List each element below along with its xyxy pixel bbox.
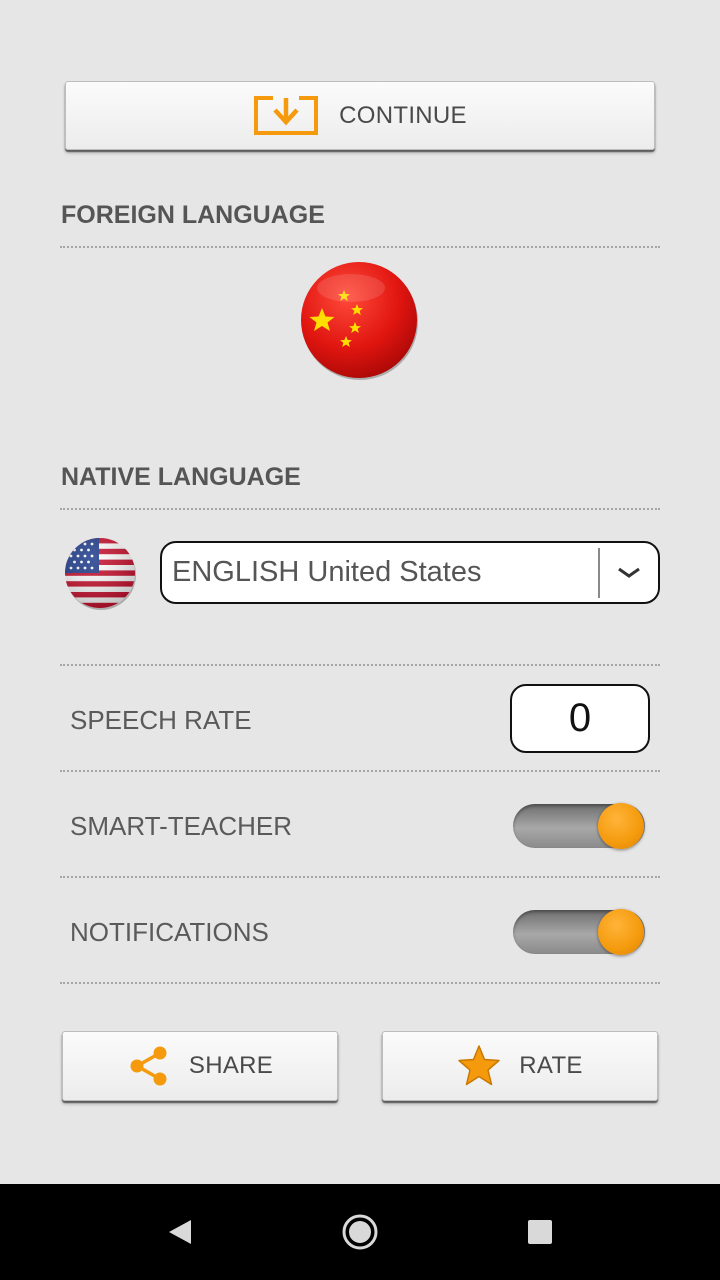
star-icon <box>458 1045 501 1086</box>
speech-rate-input[interactable]: 0 <box>510 684 650 753</box>
rate-button[interactable]: RATE <box>382 1031 658 1101</box>
share-label: SHARE <box>188 1052 274 1079</box>
continue-label: CONTINUE <box>339 101 467 129</box>
back-icon[interactable] <box>155 1208 205 1256</box>
native-language-select[interactable]: ENGLISH United States <box>160 541 660 604</box>
divider <box>60 982 660 984</box>
divider <box>60 508 660 510</box>
smart-teacher-label: SMART-TEACHER <box>70 811 292 841</box>
divider <box>60 876 660 878</box>
continue-button[interactable]: CONTINUE <box>65 81 655 150</box>
download-icon <box>254 95 319 135</box>
native-language-title: NATIVE LANGUAGE <box>61 463 301 491</box>
settings-screen: CONTINUE FOREIGN LANGUAGE NATIVE LANGUAG… <box>0 0 720 1280</box>
divider <box>60 246 660 248</box>
speech-rate-label: SPEECH RATE <box>70 705 252 735</box>
recents-icon[interactable] <box>515 1208 565 1256</box>
native-language-value: ENGLISH United States <box>172 556 482 588</box>
foreign-language-title: FOREIGN LANGUAGE <box>61 201 325 229</box>
chevron-down-icon[interactable] <box>600 566 658 580</box>
share-button[interactable]: SHARE <box>62 1031 338 1101</box>
home-icon[interactable] <box>335 1208 385 1256</box>
china-flag-icon[interactable] <box>299 260 423 384</box>
share-icon <box>130 1046 167 1086</box>
notifications-toggle[interactable] <box>511 906 647 958</box>
divider <box>60 770 660 772</box>
rate-label: RATE <box>519 1052 583 1079</box>
smart-teacher-toggle[interactable] <box>511 800 647 852</box>
usa-flag-icon <box>65 538 136 610</box>
toggle-knob <box>598 803 644 849</box>
notifications-label: NOTIFICATIONS <box>70 917 269 947</box>
toggle-knob <box>598 909 644 955</box>
divider <box>60 664 660 666</box>
